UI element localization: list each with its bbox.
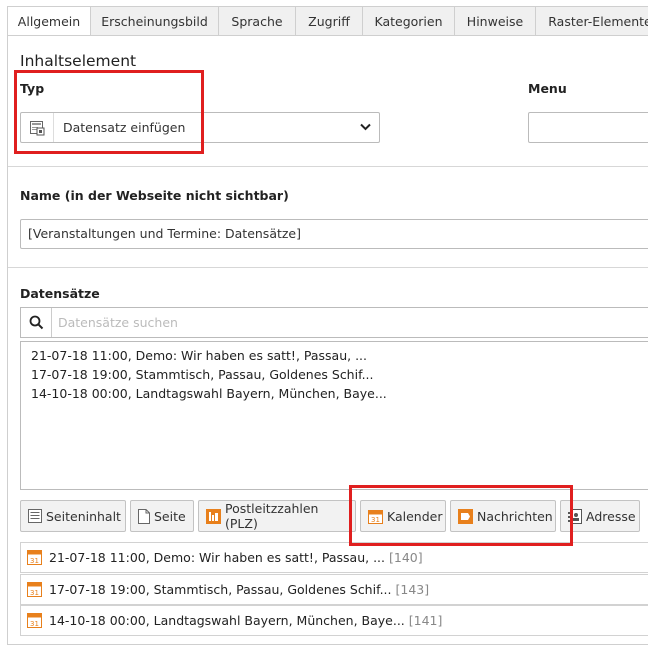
name-field[interactable]: [Veranstaltungen und Termine: Datensätze… xyxy=(20,219,648,249)
svg-text:31: 31 xyxy=(30,557,39,565)
svg-text:31: 31 xyxy=(30,620,39,628)
tab-bar: Allgemein Erscheinungsbild Sprache Zugri… xyxy=(7,6,648,36)
record-id: [141] xyxy=(408,613,443,628)
record-title[interactable]: 21-07-18 11:00, Demo: Wir haben es satt!… xyxy=(49,550,385,565)
tab-erscheinungsbild[interactable]: Erscheinungsbild xyxy=(90,6,219,36)
highlight-box-typ xyxy=(14,70,204,154)
tab-kategorien[interactable]: Kategorien xyxy=(362,6,455,36)
tab-sprache[interactable]: Sprache xyxy=(218,6,296,36)
adresse-label: Adresse xyxy=(586,508,636,524)
divider xyxy=(8,267,648,268)
seiteninhalt-button[interactable]: Seiteninhalt xyxy=(20,500,126,532)
list-item[interactable]: 14-10-18 00:00, Landtagswahl Bayern, Mün… xyxy=(31,386,387,401)
search-icon[interactable] xyxy=(21,308,52,337)
calendar-icon: 31 xyxy=(27,612,42,631)
divider xyxy=(8,166,648,167)
seite-button[interactable]: Seite xyxy=(130,500,194,532)
plz-label: Postleitzzahlen (PLZ) xyxy=(225,501,319,531)
table-row[interactable]: 31 14-10-18 00:00, Landtagswahl Bayern, … xyxy=(20,605,648,636)
page-icon xyxy=(138,508,150,524)
datensaetze-label: Datensätze xyxy=(20,286,100,301)
svg-text:31: 31 xyxy=(30,589,39,597)
table-row[interactable]: 31 21-07-18 11:00, Demo: Wir haben es sa… xyxy=(20,542,648,573)
tab-allgemein[interactable]: Allgemein xyxy=(7,6,91,36)
record-title[interactable]: 14-10-18 00:00, Landtagswahl Bayern, Mün… xyxy=(49,613,405,628)
list-item[interactable]: 17-07-18 19:00, Stammtisch, Passau, Gold… xyxy=(31,367,374,382)
plz-icon xyxy=(206,508,221,524)
menu-label: Menu xyxy=(528,81,567,96)
section-title: Inhaltselement xyxy=(20,52,137,70)
seiteninhalt-label: Seiteninhalt xyxy=(46,508,121,524)
chevron-down-icon xyxy=(360,113,371,142)
tab-zugriff[interactable]: Zugriff xyxy=(295,6,363,36)
calendar-icon: 31 xyxy=(27,549,42,568)
plz-button[interactable]: Postleitzzahlen (PLZ) xyxy=(198,500,356,532)
table-row[interactable]: 31 17-07-18 19:00, Stammtisch, Passau, G… xyxy=(20,574,648,605)
highlight-box-buttons xyxy=(349,485,573,546)
content-icon xyxy=(28,509,42,523)
datensaetze-search-input[interactable]: Datensätze suchen xyxy=(20,307,648,338)
tab-hinweise[interactable]: Hinweise xyxy=(454,6,536,36)
calendar-icon: 31 xyxy=(27,581,42,600)
name-label: Name (in der Webseite nicht sichtbar) xyxy=(20,188,289,203)
seite-label: Seite xyxy=(154,508,186,524)
record-title[interactable]: 17-07-18 19:00, Stammtisch, Passau, Gold… xyxy=(49,582,392,597)
search-placeholder: Datensätze suchen xyxy=(58,315,178,330)
selected-records-list[interactable]: 21-07-18 11:00, Demo: Wir haben es satt!… xyxy=(20,341,648,490)
list-item[interactable]: 21-07-18 11:00, Demo: Wir haben es satt!… xyxy=(31,348,367,363)
record-id: [143] xyxy=(395,582,430,597)
tab-raster-elemente[interactable]: Raster-Elemente xyxy=(535,6,648,36)
record-id: [140] xyxy=(388,550,423,565)
menu-field[interactable] xyxy=(528,112,648,143)
